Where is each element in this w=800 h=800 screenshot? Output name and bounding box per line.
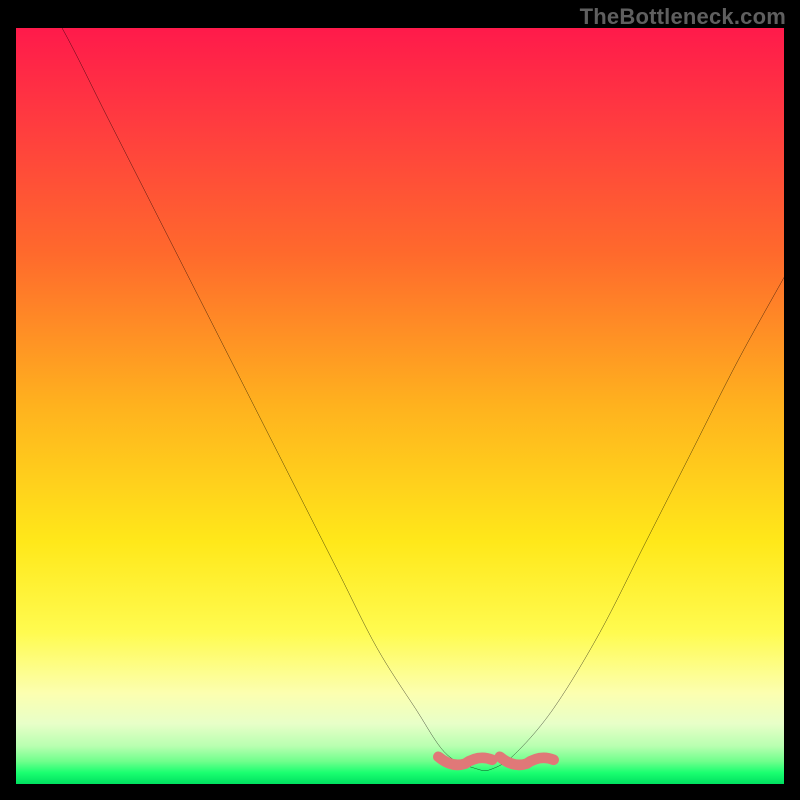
chart-frame: TheBottleneck.com: [0, 0, 800, 800]
watermark-label: TheBottleneck.com: [580, 4, 786, 30]
trough-markers: [438, 757, 553, 765]
plot-area: [16, 28, 784, 784]
left-foot-stroke: [438, 757, 492, 765]
curve-layer: [16, 28, 784, 784]
bottleneck-curve: [16, 28, 784, 771]
right-foot-stroke: [500, 757, 554, 765]
